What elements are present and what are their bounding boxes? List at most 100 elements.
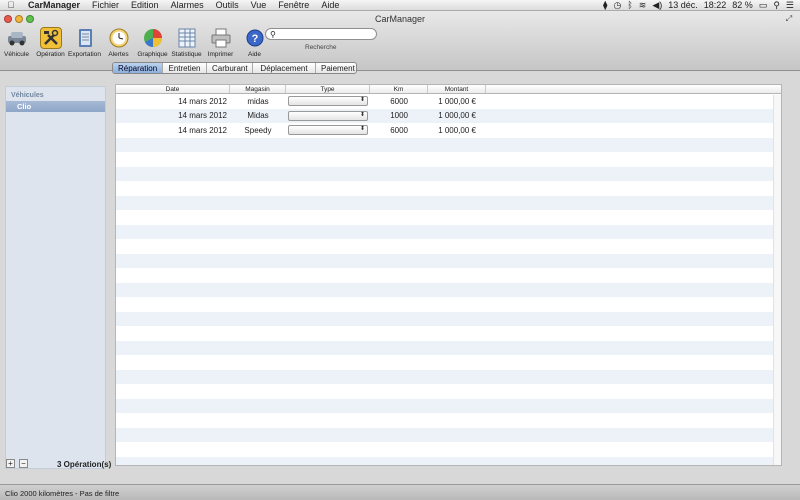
toolbar-label: Statistique	[171, 51, 202, 58]
toolbar-label: Alertes	[108, 51, 129, 58]
toolbar-vehicule[interactable]: Véhicule	[0, 25, 33, 69]
cell-montant: 1 000,00 €	[438, 125, 476, 135]
table-body: 14 mars 2012 midas ⬍ 6000 1 000,00 € 14 …	[116, 94, 781, 138]
empty-row	[116, 456, 781, 465]
empty-row	[116, 224, 781, 239]
toolbar-label: Véhicule	[4, 51, 29, 58]
apple-menu-icon[interactable]: 	[0, 0, 22, 10]
table-scrollbar[interactable]	[773, 95, 781, 465]
cell-date: 14 mars 2012	[178, 111, 227, 121]
fullscreen-icon[interactable]: ⤢	[784, 14, 794, 24]
popup-arrows-icon: ⬍	[359, 111, 365, 118]
empty-row	[116, 239, 781, 254]
type-popup[interactable]: ⬍	[288, 125, 368, 136]
toolbar-label: Aide	[247, 51, 261, 58]
popup-arrows-icon: ⬍	[359, 126, 365, 133]
tab-paiement[interactable]: Paiement	[316, 63, 356, 73]
help-icon: ?	[244, 27, 266, 49]
sidebar-group-label: Véhicules	[11, 92, 44, 99]
status-bar: Clio 2000 kilomètres - Pas de filtre	[0, 484, 800, 500]
column-header-date[interactable]: Date	[116, 85, 230, 93]
time-machine-icon[interactable]: ◷	[614, 0, 622, 11]
table-row[interactable]: 14 mars 2012 midas ⬍ 6000 1 000,00 €	[116, 94, 781, 109]
type-popup[interactable]: ⬍	[288, 110, 368, 121]
menu-fichier[interactable]: Fichier	[86, 0, 125, 10]
cell-type: ⬍	[286, 96, 370, 107]
bluetooth-icon[interactable]: ᛒ	[627, 0, 632, 10]
menu-fenetre[interactable]: Fenêtre	[272, 0, 315, 10]
empty-row	[116, 355, 781, 370]
operation-type-tabs: Réparation Entretien Carburant Déplaceme…	[112, 62, 357, 74]
menu-app-name[interactable]: CarManager	[22, 0, 86, 10]
menu-alarmes[interactable]: Alarmes	[165, 0, 210, 10]
empty-row	[116, 166, 781, 181]
cell-date: 14 mars 2012	[178, 125, 227, 135]
cell-magasin: Midas	[247, 111, 269, 121]
search-label: Recherche	[305, 44, 337, 51]
menu-date[interactable]: 13 déc.	[668, 0, 698, 10]
table-empty-rows	[116, 137, 781, 465]
empty-row	[116, 210, 781, 225]
empty-row	[116, 442, 781, 457]
table-icon	[176, 27, 198, 49]
menu-outils[interactable]: Outils	[210, 0, 245, 10]
volume-icon[interactable]: ◀)	[652, 0, 662, 11]
add-vehicle-button[interactable]: +	[6, 459, 15, 468]
toolbar-operation[interactable]: Opération	[34, 25, 67, 69]
menu-bar:  CarManager Fichier Edition Alarmes Out…	[0, 0, 800, 11]
column-header-montant[interactable]: Montant	[428, 85, 486, 93]
main-window: CarManager ⤢ Véhicule Opération Exportat…	[0, 11, 800, 500]
tab-reparation[interactable]: Réparation	[113, 63, 163, 73]
remove-vehicle-button[interactable]: −	[19, 459, 28, 468]
empty-row	[116, 369, 781, 384]
spotlight-icon[interactable]: ⚲	[773, 0, 780, 11]
notifications-icon[interactable]: ☰	[786, 0, 794, 11]
operation-count: 3 Opération(s)	[57, 460, 112, 469]
empty-row	[116, 137, 781, 152]
cell-date: 14 mars 2012	[178, 96, 227, 106]
tools-icon	[39, 27, 62, 49]
svg-text:?: ?	[251, 33, 258, 45]
toolbar-label: Exportation	[68, 51, 101, 58]
search-input[interactable]	[278, 29, 369, 39]
search-box: ⚲	[265, 28, 377, 40]
search-area: ⚲ Recherche	[265, 28, 377, 51]
empty-row	[116, 427, 781, 442]
empty-row	[116, 181, 781, 196]
menu-vue[interactable]: Vue	[245, 0, 273, 10]
cell-km: 1000	[390, 111, 408, 121]
menu-aide[interactable]: Aide	[315, 0, 345, 10]
menu-time[interactable]: 18:22	[704, 0, 727, 10]
column-header-type[interactable]: Type	[286, 85, 370, 93]
clock-icon	[108, 27, 130, 49]
table-row[interactable]: 14 mars 2012 Midas ⬍ 1000 1 000,00 €	[116, 108, 781, 123]
tab-entretien[interactable]: Entretien	[163, 63, 207, 73]
toolbar-label: Opération	[36, 51, 65, 58]
empty-row	[116, 282, 781, 297]
battery-text[interactable]: 82 %	[732, 0, 753, 10]
battery-icon[interactable]: ▭	[759, 0, 768, 11]
search-icon: ⚲	[270, 29, 276, 39]
printer-icon	[210, 27, 232, 49]
column-header-km[interactable]: Km	[370, 85, 428, 93]
toolbar-label: Graphique	[137, 51, 168, 58]
table-row[interactable]: 14 mars 2012 Speedy ⬍ 6000 1 000,00 €	[116, 123, 781, 138]
type-popup[interactable]: ⬍	[288, 96, 368, 107]
dropbox-icon[interactable]: ⧫	[603, 0, 607, 11]
empty-row	[116, 413, 781, 428]
tab-deplacement[interactable]: Déplacement	[253, 63, 316, 73]
column-header-magasin[interactable]: Magasin	[230, 85, 286, 93]
pie-chart-icon	[142, 27, 164, 49]
empty-row	[116, 340, 781, 355]
tab-carburant[interactable]: Carburant	[207, 63, 253, 73]
cell-km: 6000	[390, 96, 408, 106]
wifi-icon[interactable]: ≋	[639, 0, 647, 11]
toolbar-label: Imprimer	[207, 51, 234, 58]
empty-row	[116, 326, 781, 341]
menu-edition[interactable]: Edition	[125, 0, 165, 10]
toolbar-exportation[interactable]: Exportation	[68, 25, 101, 69]
sidebar-item-clio[interactable]: Clio	[6, 101, 105, 112]
cell-magasin: Speedy	[244, 125, 272, 135]
cell-km: 6000	[390, 125, 408, 135]
popup-arrows-icon: ⬍	[359, 97, 365, 104]
